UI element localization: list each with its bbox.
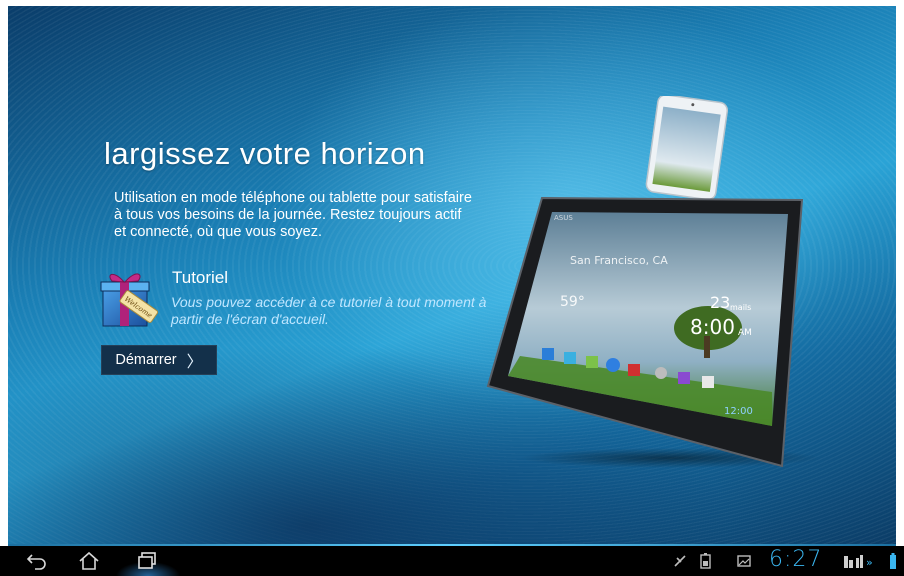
screen: largissez votre horizon Utilisation en m…: [0, 0, 904, 576]
signal-icon: »: [842, 551, 878, 571]
hero-description: Utilisation en mode téléphone ou tablett…: [114, 190, 472, 240]
start-button-label: Démarrer: [115, 352, 177, 368]
chevron-right-icon: 〉: [186, 354, 203, 371]
frame-left: [0, 0, 8, 548]
tablet-widget-temp: 23: [710, 293, 730, 312]
devices-illustration: San Francisco, CA 59° 8:00 AM 23 mails A…: [480, 94, 820, 468]
welcome-gift-icon: Welcome: [100, 266, 159, 328]
status-clock[interactable]: 6:27: [769, 547, 822, 572]
tutorial-title: Tutoriel: [172, 268, 229, 287]
tutorial-description: Vous pouvez accéder à ce tutoriel à tout…: [171, 294, 487, 327]
tablet-temperature: 59°: [560, 294, 585, 310]
battery-keyboard-icon: [696, 551, 716, 571]
screenshot-icon: [734, 551, 754, 571]
tablet-brand: ASUS: [554, 214, 573, 222]
svg-text:»: »: [866, 556, 873, 569]
page-title: largissez votre horizon: [104, 136, 426, 171]
tablet-city: San Francisco, CA: [570, 254, 668, 267]
start-button[interactable]: Démarrer 〉: [101, 345, 217, 375]
usb-debug-icon: [670, 551, 690, 571]
tablet-widget-ampm: AM: [738, 328, 752, 338]
frame-right: [896, 0, 904, 548]
recent-apps-icon[interactable]: [124, 546, 170, 576]
frame-top: [0, 0, 904, 6]
home-icon[interactable]: [66, 546, 112, 576]
tablet-widget-unit: mails: [730, 303, 751, 312]
tablet-clock: 12:00: [724, 406, 753, 417]
battery-icon: [888, 551, 898, 571]
back-icon[interactable]: [14, 546, 60, 576]
tablet-widget-time: 8:00: [690, 315, 735, 339]
